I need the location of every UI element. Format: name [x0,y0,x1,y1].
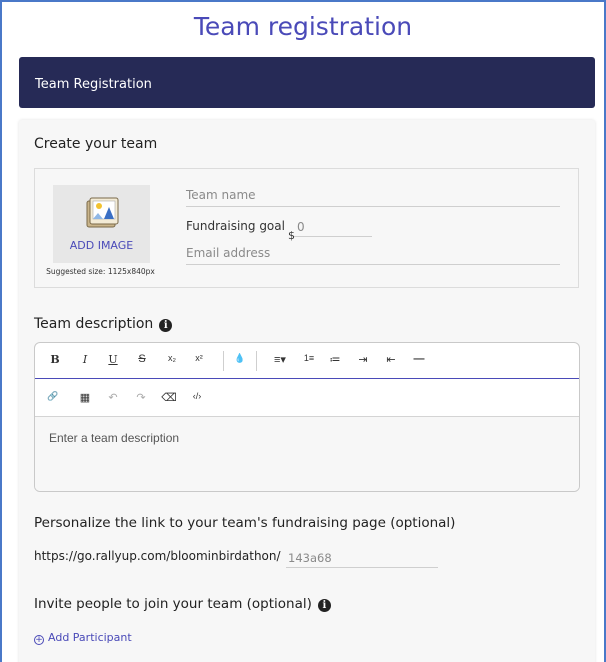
add-participant-button[interactable]: + Add Participant [34,631,132,645]
fundraising-goal-input[interactable]: 0 [297,220,305,234]
editor-toolbar-row-2: 🔗 ▦ ↶ ↷ ⌫ ‹/› [35,381,579,417]
link-slug-underline [286,567,438,568]
underline-button[interactable]: U [105,353,121,366]
undo-icon[interactable]: ↶ [105,391,121,404]
rich-text-editor: B I U S x₂ x² 💧 ≡▾ 1≡ ≔ ⇥ ⇤ — 🔗 ▦ ↶ ↷ ⌫ … [34,342,580,492]
bold-button[interactable]: B [47,353,63,366]
add-participant-label: Add Participant [48,631,132,644]
fundraising-goal-underline [294,236,372,237]
text-color-icon[interactable]: 💧 [232,353,248,364]
redo-icon[interactable]: ↷ [133,391,149,404]
link-prefix: https://go.rallyup.com/bloominbirdathon/ [34,549,281,563]
horizontal-rule-button[interactable]: — [411,353,427,365]
page-title: Team registration [193,12,413,41]
unordered-list-button[interactable]: ≔ [327,353,343,366]
email-underline [186,264,560,265]
section-header-bar: Team Registration [19,57,595,108]
team-description-placeholder: Enter a team description [49,431,180,445]
subscript-button[interactable]: x₂ [164,353,180,363]
invite-heading: Invite people to join your team (optiona… [34,596,331,612]
ordered-list-button[interactable]: 1≡ [301,353,317,363]
personalize-link-heading: Personalize the link to your team's fund… [34,515,456,531]
email-input[interactable]: Email address [186,246,270,260]
team-name-input[interactable]: Team name [186,188,256,202]
image-placeholder-icon [86,197,119,228]
table-icon[interactable]: ▦ [77,391,93,404]
link-slug-input[interactable]: 143a68 [288,551,332,565]
italic-button[interactable]: I [77,353,93,366]
superscript-button[interactable]: x² [191,353,207,363]
plus-circle-icon: + [34,635,44,645]
section-header-label: Team Registration [35,77,152,92]
toolbar-divider [256,351,257,371]
add-image-label: ADD IMAGE [69,239,134,252]
info-icon[interactable]: i [159,319,173,332]
create-team-heading: Create your team [34,136,158,152]
outdent-button[interactable]: ⇤ [383,353,399,366]
info-icon[interactable]: i [317,599,331,612]
toolbar-divider [223,351,224,371]
link-icon[interactable]: 🔗 [45,391,61,402]
add-image-button[interactable]: ADD IMAGE [53,185,150,263]
team-description-label: Team description [34,316,154,332]
team-description-heading: Team description i [34,316,173,332]
team-description-textarea[interactable]: Enter a team description [35,417,579,491]
eraser-icon[interactable]: ⌫ [161,391,177,404]
invite-heading-label: Invite people to join your team (optiona… [34,596,312,612]
fundraising-goal-label: Fundraising goal [186,219,285,233]
suggested-size-hint: Suggested size: 1125x840px [46,267,155,276]
indent-button[interactable]: ⇥ [355,353,371,366]
align-dropdown-button[interactable]: ≡▾ [268,353,292,366]
strikethrough-button[interactable]: S [134,353,150,365]
source-code-icon[interactable]: ‹/› [187,391,207,401]
team-name-underline [186,206,560,207]
editor-toolbar-row-1: B I U S x₂ x² 💧 ≡▾ 1≡ ≔ ⇥ ⇤ — [35,343,579,379]
